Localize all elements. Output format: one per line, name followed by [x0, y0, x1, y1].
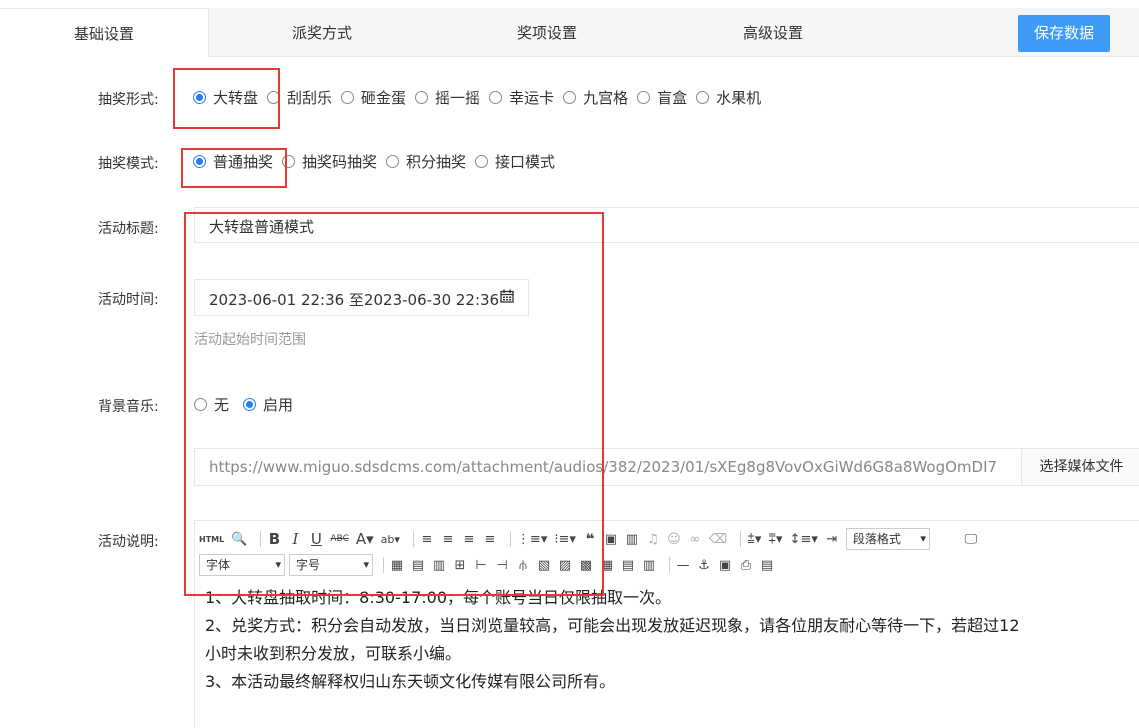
emoji-icon[interactable]: ☺ [667, 532, 681, 547]
activity-description-label: 活动说明: [98, 534, 159, 550]
description-line: 小时未收到积分发放，可联系小编。 [205, 644, 462, 663]
preview-icon[interactable]: 🖵 [964, 532, 978, 547]
tab-prize-method[interactable]: 派奖方式 [210, 8, 434, 56]
lottery-mode-option[interactable]: 积分抽奖 [386, 151, 466, 172]
lottery-form-option[interactable]: 摇一摇 [415, 87, 480, 108]
lottery-mode-label: 抽奖模式: [98, 156, 159, 172]
split-cells-icon[interactable]: ▥ [642, 558, 656, 573]
link-icon[interactable]: ∞ [688, 532, 702, 547]
indent-icon[interactable]: ⇥ [825, 532, 839, 547]
radio-icon[interactable] [563, 91, 577, 104]
horizontal-rule-icon[interactable]: — [676, 558, 690, 573]
description-line: 2、兑奖方式：积分会自动发放，当日浏览量较高，可能会出现发放延迟现象，请各位朋友… [205, 616, 1020, 635]
description-line: 3、本活动最终解释权归山东天顿文化传媒有限公司所有。 [205, 672, 616, 691]
lottery-form-option[interactable]: 九宫格 [563, 87, 628, 108]
lottery-mode-option[interactable]: 接口模式 [475, 151, 555, 172]
lottery-form-option[interactable]: 幸运卡 [489, 87, 554, 108]
lottery-form-option[interactable]: 盲盒 [637, 87, 687, 108]
radio-icon[interactable] [386, 155, 400, 168]
highlight-box [181, 148, 287, 188]
option-label: 摇一摇 [435, 89, 481, 107]
radio-icon[interactable] [696, 91, 710, 104]
radio-icon[interactable] [489, 91, 503, 104]
tab-prize-settings[interactable]: 奖项设置 [434, 8, 660, 56]
option-label: 砸金蛋 [361, 89, 407, 107]
radio-icon[interactable] [637, 91, 651, 104]
drafts-icon[interactable]: ▤ [760, 558, 774, 573]
option-label: 抽奖码抽奖 [302, 153, 378, 171]
option-label: 刮刮乐 [287, 89, 333, 107]
option-label: 幸运卡 [509, 89, 555, 107]
print-icon[interactable]: ⎙ [739, 558, 753, 573]
paragraph-format-select[interactable]: 段落格式 [845, 528, 930, 550]
activity-time-label: 活动时间: [98, 292, 159, 308]
background-music-label: 背景音乐: [98, 399, 159, 415]
lottery-form-label: 抽奖形式: [98, 92, 159, 108]
eraser-icon[interactable]: ⌫ [709, 532, 727, 547]
video-icon[interactable]: ▥ [625, 532, 639, 547]
description-editor[interactable]: 1、大转盘抽取时间：8:30-17:00，每个账号当日仅限抽取一次。 2、兑奖方… [194, 580, 1139, 728]
activity-title-label: 活动标题: [98, 221, 159, 237]
background-image-icon[interactable]: ▣ [718, 558, 732, 573]
lottery-mode-option[interactable]: 抽奖码抽奖 [282, 151, 377, 172]
highlight-box [173, 68, 280, 129]
anchor-icon[interactable]: ⚓ [697, 558, 711, 573]
row-spacing-top-icon[interactable]: ⩲▾ [747, 532, 761, 547]
option-label: 九宫格 [583, 89, 629, 107]
select-media-button[interactable]: 选择媒体文件 [1021, 449, 1139, 485]
line-height-icon[interactable]: ↕≡▾ [790, 532, 818, 547]
radio-icon[interactable] [475, 155, 489, 168]
merge-down-icon[interactable]: ▤ [621, 558, 635, 573]
option-label: 接口模式 [495, 153, 556, 171]
tab-basic-settings[interactable]: 基础设置 [0, 8, 209, 58]
toolbar-separator [740, 531, 742, 547]
tab-advanced-settings[interactable]: 高级设置 [660, 8, 886, 56]
tab-bar: 基础设置 派奖方式 奖项设置 高级设置 [0, 8, 1139, 58]
lottery-form-option[interactable]: 砸金蛋 [341, 87, 406, 108]
radio-icon[interactable] [341, 91, 355, 104]
toolbar-separator [669, 557, 670, 573]
row-spacing-bottom-icon[interactable]: ⩱▾ [768, 532, 782, 547]
option-label: 盲盒 [657, 89, 688, 107]
radio-icon[interactable] [415, 91, 429, 104]
music-icon[interactable]: ♫ [646, 532, 660, 547]
save-button[interactable]: 保存数据 [1018, 15, 1110, 52]
option-label: 水果机 [716, 89, 762, 107]
highlight-box [184, 212, 604, 596]
option-label: 积分抽奖 [406, 153, 467, 171]
paragraph-format-value: 段落格式 [852, 532, 901, 546]
lottery-form-option[interactable]: 水果机 [696, 87, 761, 108]
image-icon[interactable]: ▣ [604, 532, 618, 547]
